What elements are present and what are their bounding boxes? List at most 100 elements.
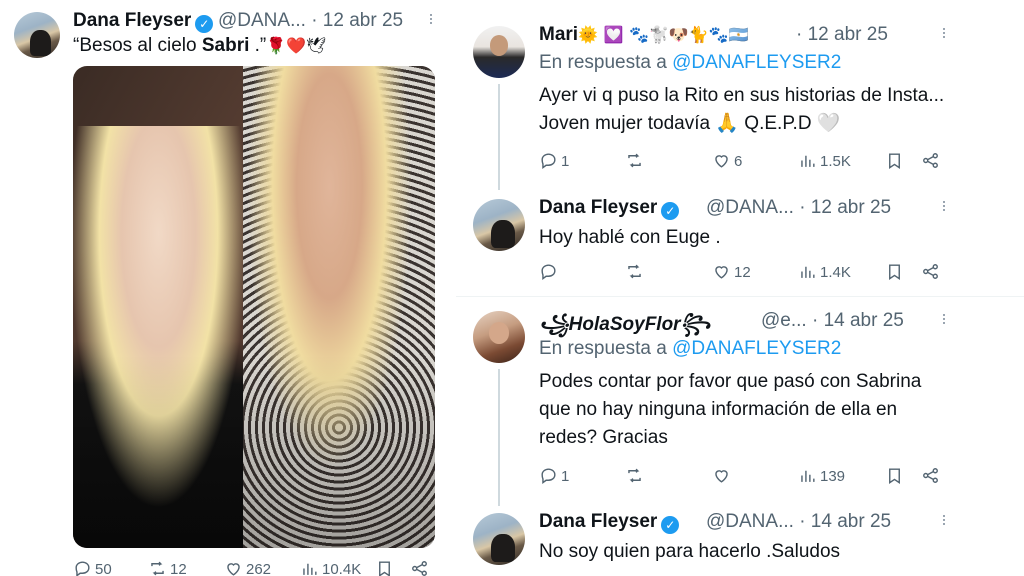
repost-button[interactable] [625,151,647,170]
avatar[interactable] [473,26,525,78]
views-icon [801,266,815,278]
reply-button[interactable]: 50 [73,559,112,576]
views-button[interactable]: 1.4K [798,262,851,281]
handle-and-date[interactable]: @DANA... · 12 abr 25 [218,10,403,32]
reply-actions: 1 6 1.5K [539,151,1024,173]
reply-text: Ayer vi q puso la Rito en sus historias … [539,85,945,134]
reply-context: En respuesta a @DANAFLEYSER2 [539,52,841,74]
bookmark-button[interactable] [885,151,904,170]
bookmark-button[interactable] [885,466,904,485]
views-count: 1.4K [820,264,851,281]
author-name-text: Dana Fleyser [73,10,192,31]
reply-count: 1 [561,468,570,485]
author-name-text: Dana Fleyser [539,511,658,532]
reply-context: En respuesta a @DANAFLEYSER2 [539,338,841,360]
more-icon[interactable]: ··· [934,513,955,525]
tweet-text-prefix: “Besos al cielo [73,35,202,56]
reply-button[interactable] [539,262,561,281]
repost-button[interactable] [625,262,647,281]
like-count: 12 [734,264,751,281]
more-icon[interactable]: ··· [934,26,955,38]
thread-line [498,369,500,506]
repost-button[interactable]: 12 [148,559,187,576]
more-icon[interactable]: ··· [934,312,955,324]
handle-and-date[interactable]: @e... · 14 abr 25 [761,310,904,332]
author-name-text: Dana Fleyser [539,197,658,218]
share-button[interactable] [921,466,940,485]
reply-icon [541,264,556,281]
repost-icon [628,264,641,279]
share-button[interactable] [921,262,940,281]
handle-and-date[interactable]: @DANA... · 14 abr 25 [706,511,891,533]
reply-text: No soy quien para hacerlo .Saludos [539,541,841,562]
share-icon [923,468,938,483]
views-button[interactable]: 10.4K [300,559,361,576]
more-icon[interactable]: ··· [934,199,955,211]
author-name-emoji: 🌞 💟 🐾🐩🐶🐈🐾🇦🇷 [578,25,749,44]
views-count: 10.4K [322,561,362,576]
tweet-emoji: 🌹❤️🕊 [266,36,327,55]
more-icon[interactable]: ··· [421,12,442,24]
reply-icon [75,561,90,576]
like-button[interactable]: 12 [712,262,751,281]
heart-icon [715,155,728,168]
reply-count: 1 [561,153,570,170]
handle-and-date[interactable]: @DANA... · 12 abr 25 [706,197,891,219]
reply-count: 50 [95,561,112,576]
author-name[interactable]: Dana Fleyser ✓ [539,511,680,534]
bookmark-icon [889,264,900,280]
reply-actions: 12 1.4K [539,262,1024,284]
tweet-text: “Besos al cielo Sabri .”🌹❤️🕊 [73,32,443,60]
handle-and-date[interactable]: · 12 abr 25 [796,24,888,46]
like-count: 262 [246,561,272,576]
reply-mention-link[interactable]: @DANAFLEYSER2 [672,338,841,359]
reply-mention-link[interactable]: @DANAFLEYSER2 [672,52,841,73]
tweet-actions: 50 12 262 10.4K [0,559,448,576]
repost-count: 12 [170,561,187,576]
bookmark-button[interactable] [375,559,394,576]
views-button[interactable]: 1.5K [798,151,851,170]
reply-icon [541,153,556,170]
repost-icon [151,561,164,576]
views-icon [801,155,815,167]
author-name[interactable]: Mari🌞 💟 🐾🐩🐶🐈🐾🇦🇷 [539,24,749,46]
verified-badge-icon: ✓ [661,202,680,220]
thread-line [498,84,500,190]
like-count: 6 [734,153,743,170]
bookmark-icon [379,561,390,576]
repost-icon [628,468,641,483]
share-button[interactable] [921,151,940,170]
avatar[interactable] [473,199,525,251]
bookmark-button[interactable] [885,262,904,281]
verified-badge-icon: ✓ [661,516,680,534]
views-count: 139 [820,468,846,485]
share-icon [923,153,938,168]
author-name[interactable]: Dana Fleyser ✓ [539,197,680,220]
reply-button[interactable]: 1 [539,466,569,485]
heart-icon [715,266,728,279]
heart-icon [715,470,728,483]
avatar[interactable] [14,12,60,58]
bookmark-icon [889,153,900,169]
author-name[interactable]: Dana Fleyser ✓ [73,10,214,33]
like-button[interactable]: 6 [712,151,742,170]
avatar[interactable] [473,311,525,363]
like-button[interactable]: 262 [224,559,271,576]
bookmark-icon [889,468,900,484]
share-icon [923,264,938,279]
panel-gap [448,0,456,576]
reply-text: Podes contar por favor que pasó con Sabr… [539,371,922,448]
reply-button[interactable]: 1 [539,151,569,170]
main-tweet: Dana Fleyser ✓ @DANA... · 12 abr 25 ··· “… [0,0,448,576]
share-button[interactable] [410,559,429,576]
reply-context-prefix: En respuesta a [539,338,673,359]
repost-button[interactable] [625,466,647,485]
reply-text: Hoy hablé con Euge . [539,227,721,248]
author-name-text: Mari [539,24,579,45]
photo-shade [73,66,435,548]
tweet-photo[interactable] [73,66,435,548]
verified-badge-icon: ✓ [195,15,214,33]
avatar[interactable] [473,513,525,565]
views-button[interactable]: 139 [798,466,845,485]
like-button[interactable] [712,466,734,485]
